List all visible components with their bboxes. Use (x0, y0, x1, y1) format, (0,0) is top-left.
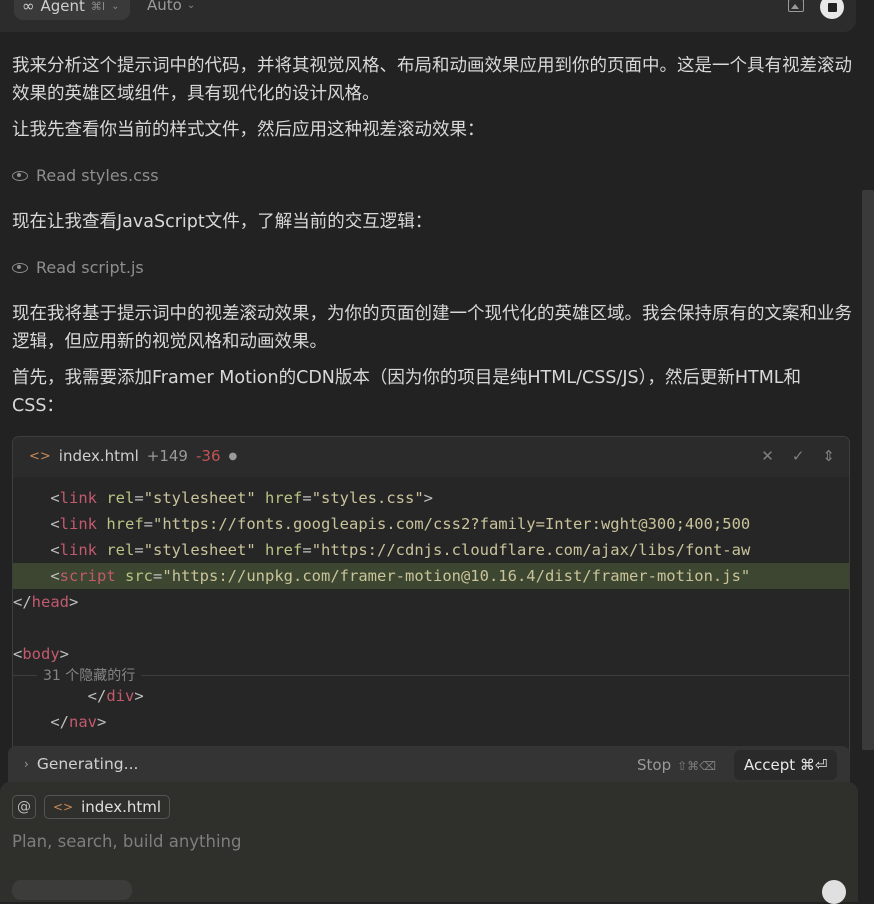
agent-top-bar: ∞ Agent ⌘I ⌄ Auto ⌄ (0, 0, 874, 36)
chevron-down-icon: ⌄ (111, 0, 120, 12)
composer-mode-pill[interactable] (12, 880, 132, 900)
agent-mode-selector[interactable]: ∞ Agent ⌘I ⌄ (14, 0, 130, 20)
context-file-chip[interactable]: <> index.html (44, 795, 171, 819)
assistant-message-paragraph: 现在让我查看JavaScript文件，了解当前的交互逻辑： (12, 212, 433, 232)
chevron-right-icon: › (24, 757, 29, 771)
generating-label: Generating... (36, 755, 139, 773)
code-line: <body> (13, 645, 70, 663)
accept-check-icon[interactable]: ✓ (792, 447, 805, 465)
code-line: </div> (13, 687, 144, 705)
eye-icon (12, 262, 28, 273)
generating-toggle[interactable]: › Generating... (24, 755, 138, 773)
chat-scrollbar[interactable] (862, 190, 874, 750)
diff-deletions: -36 (195, 447, 221, 465)
stop-icon (827, 2, 837, 12)
model-label: Auto (147, 0, 182, 14)
tool-call-read-script[interactable]: Read script.js (12, 258, 144, 277)
code-diff-block: <> index.html +149 -36 ● ✕ ✓ ⇕ <link rel… (12, 436, 850, 778)
infinity-icon: ∞ (22, 0, 35, 15)
reject-icon[interactable]: ✕ (761, 447, 774, 465)
unsaved-dot-icon: ● (228, 450, 238, 462)
code-line: <link rel="stylesheet" href="https://cdn… (13, 541, 751, 559)
code-diff-header: <> index.html +149 -36 ● ✕ ✓ ⇕ (13, 437, 849, 477)
hidden-lines-indicator[interactable]: 31 个隐藏的行 (13, 665, 849, 685)
code-line: </head> (13, 593, 79, 611)
chevron-down-icon: ⌄ (186, 0, 196, 11)
diff-additions: +149 (146, 447, 188, 465)
code-file-icon: <> (29, 448, 51, 464)
code-line: <link href="https://fonts.googleapis.com… (13, 515, 751, 533)
code-line: <link rel="stylesheet" href="styles.css"… (13, 489, 434, 507)
model-selector[interactable]: Auto ⌄ (147, 0, 195, 14)
stop-label: Stop (637, 756, 672, 774)
hidden-lines-label: 31 个隐藏的行 (37, 665, 142, 685)
assistant-message-paragraph: 首先，我需要添加Framer Motion的CDN版本（因为你的项目是纯HTML… (12, 368, 802, 416)
assistant-message-paragraph: 我来分析这个提示词中的代码，并将其视觉风格、布局和动画效果应用到你的页面中。这是… (12, 56, 852, 104)
code-file-icon: <> (53, 800, 74, 814)
agent-mode-label: Agent (40, 0, 85, 15)
expand-icon[interactable]: ⇕ (822, 447, 835, 465)
accept-button[interactable]: Accept ⌘⏎ (734, 750, 838, 780)
composer-input[interactable]: Plan, search, build anything (12, 832, 242, 851)
eye-icon (12, 170, 28, 181)
image-icon[interactable] (788, 0, 804, 12)
assistant-message-paragraph: 现在我将基于提示词中的视差滚动效果，为你的页面创建一个现代化的英雄区域。我会保持… (12, 304, 852, 352)
code-diff-filename: index.html (58, 447, 139, 465)
assistant-message-paragraph: 让我先查看你当前的样式文件，然后应用这种视差滚动效果： (12, 120, 485, 140)
stop-shortcut: ⇧⌘⌫ (677, 759, 717, 773)
stop-button[interactable]: Stop ⇧⌘⌫ (637, 756, 716, 774)
send-button[interactable] (822, 880, 846, 904)
agent-shortcut: ⌘I (90, 0, 106, 13)
code-diff-file[interactable]: <> index.html +149 -36 ● (29, 447, 237, 465)
code-diff-actions: ✕ ✓ ⇕ (761, 447, 835, 465)
context-file-name: index.html (81, 798, 162, 816)
tool-call-label: Read styles.css (36, 166, 159, 185)
add-context-button[interactable]: @ (12, 795, 36, 819)
tool-call-read-styles[interactable]: Read styles.css (12, 166, 159, 185)
code-line-added: <script src="https://unpkg.com/framer-mo… (13, 563, 849, 589)
generating-bar: › Generating... Stop ⇧⌘⌫ Accept ⌘⏎ (8, 746, 850, 784)
tool-call-label: Read script.js (36, 258, 144, 277)
composer-panel: @ <> index.html Plan, search, build anyt… (0, 782, 858, 904)
code-line: </nav> (13, 713, 107, 731)
